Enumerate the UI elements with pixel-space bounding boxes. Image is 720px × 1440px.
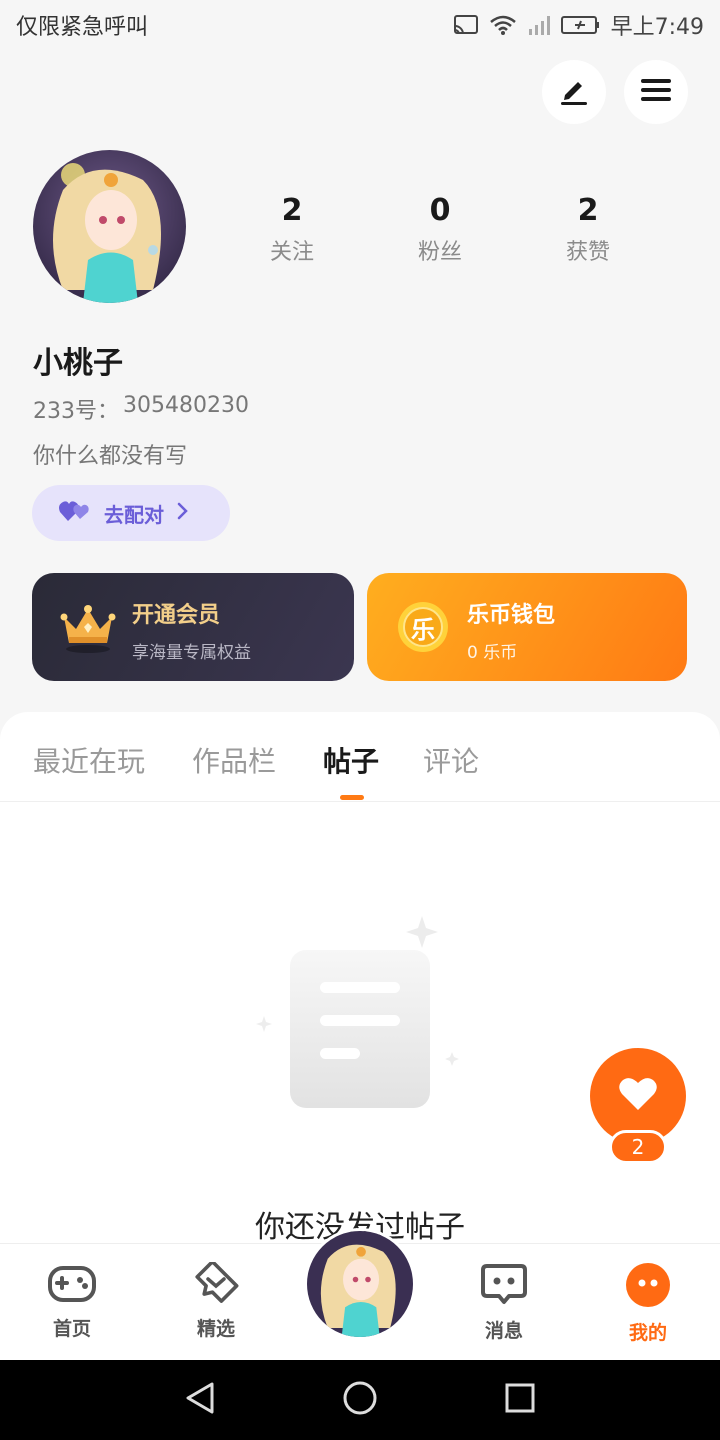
status-bar: 仅限紧急呼叫 早上7:49 — [0, 0, 720, 50]
cast-icon — [453, 14, 479, 36]
stat-label: 关注 — [269, 240, 314, 265]
nav-home[interactable]: 首页 — [22, 1262, 122, 1341]
nav-center-avatar[interactable] — [304, 1228, 416, 1340]
tab-recently-played[interactable]: 最近在玩 — [33, 740, 145, 780]
stat-label: 获赞 — [565, 240, 610, 265]
emergency-call-text: 仅限紧急呼叫 — [16, 15, 149, 40]
match-button[interactable]: 去配对 — [32, 485, 230, 541]
gamepad-icon — [47, 1262, 97, 1308]
edit-pen-icon — [557, 73, 591, 111]
profile-face-icon — [625, 1262, 671, 1312]
menu-button[interactable] — [624, 60, 688, 124]
nav-label: 首页 — [52, 1318, 91, 1340]
wallet-balance: 0 乐币 — [467, 643, 518, 663]
heart-chat-icon — [191, 1259, 241, 1308]
wifi-icon — [489, 14, 517, 36]
tab-posts[interactable]: 帖子 — [323, 740, 379, 780]
nav-label: 精选 — [196, 1318, 235, 1340]
nav-label: 我的 — [628, 1322, 667, 1344]
top-actions — [542, 60, 688, 124]
chevron-right-icon — [176, 501, 190, 525]
double-heart-icon — [58, 499, 92, 527]
stat-label: 粉丝 — [417, 240, 462, 265]
nav-label: 消息 — [484, 1320, 523, 1342]
nav-me[interactable]: 我的 — [598, 1262, 698, 1345]
status-icons: 早上7:49 — [453, 9, 704, 41]
user-bio: 你什么都没有写 — [33, 444, 188, 469]
system-nav-bar — [0, 1360, 720, 1440]
avatar-illustration — [33, 150, 186, 303]
avatar-illustration — [307, 1231, 413, 1337]
home-button[interactable] — [340, 1380, 380, 1420]
vip-subtitle: 享海量专属权益 — [132, 643, 251, 663]
stat-following[interactable]: 2 关注 — [218, 192, 366, 266]
nav-messages[interactable]: 消息 — [454, 1262, 554, 1343]
tab-active-indicator — [340, 795, 364, 800]
coin-char: 乐 — [411, 615, 435, 644]
stat-likes[interactable]: 2 获赞 — [514, 192, 662, 266]
recents-square-icon — [504, 1382, 536, 1418]
stat-value: 2 — [577, 193, 599, 228]
profile-tabs: 最近在玩 作品栏 帖子 评论 — [0, 712, 720, 802]
wallet-card[interactable]: 乐 乐币钱包 0 乐币 — [367, 573, 687, 681]
vip-card[interactable]: 开通会员 享海量专属权益 — [32, 573, 354, 681]
battery-icon — [560, 14, 601, 36]
content-panel: 最近在玩 作品栏 帖子 评论 你还没发过帖子 — [0, 712, 720, 1252]
back-triangle-icon — [184, 1381, 216, 1419]
username: 小桃子 — [33, 346, 123, 381]
vip-title: 开通会员 — [132, 603, 221, 628]
signal-icon — [527, 14, 551, 36]
profile-avatar[interactable] — [33, 150, 186, 303]
match-label: 去配对 — [104, 502, 164, 527]
message-bubble-icon — [479, 1262, 529, 1310]
tab-works[interactable]: 作品栏 — [192, 740, 276, 780]
user-id: 233号： 305480230 — [33, 393, 249, 425]
stat-value: 2 — [281, 193, 303, 228]
clock: 早上7:49 — [610, 15, 704, 40]
home-circle-icon — [342, 1380, 378, 1420]
back-button[interactable] — [180, 1380, 220, 1420]
nav-featured[interactable]: 精选 — [166, 1259, 266, 1341]
empty-document-illustration — [250, 912, 470, 1122]
user-id-label: 233号： — [33, 399, 119, 424]
stat-value: 0 — [429, 193, 451, 228]
recents-button[interactable] — [500, 1380, 540, 1420]
hamburger-menu-icon — [639, 76, 673, 108]
edit-profile-button[interactable] — [542, 60, 606, 124]
stat-followers[interactable]: 0 粉丝 — [366, 192, 514, 266]
like-count-badge: 2 — [609, 1130, 667, 1164]
crown-icon — [60, 599, 116, 655]
tab-comments[interactable]: 评论 — [423, 740, 479, 780]
heart-icon — [618, 1076, 658, 1116]
wallet-title: 乐币钱包 — [467, 603, 556, 628]
user-id-value: 305480230 — [123, 393, 249, 418]
profile-stats: 2 关注 0 粉丝 2 获赞 — [218, 192, 662, 266]
